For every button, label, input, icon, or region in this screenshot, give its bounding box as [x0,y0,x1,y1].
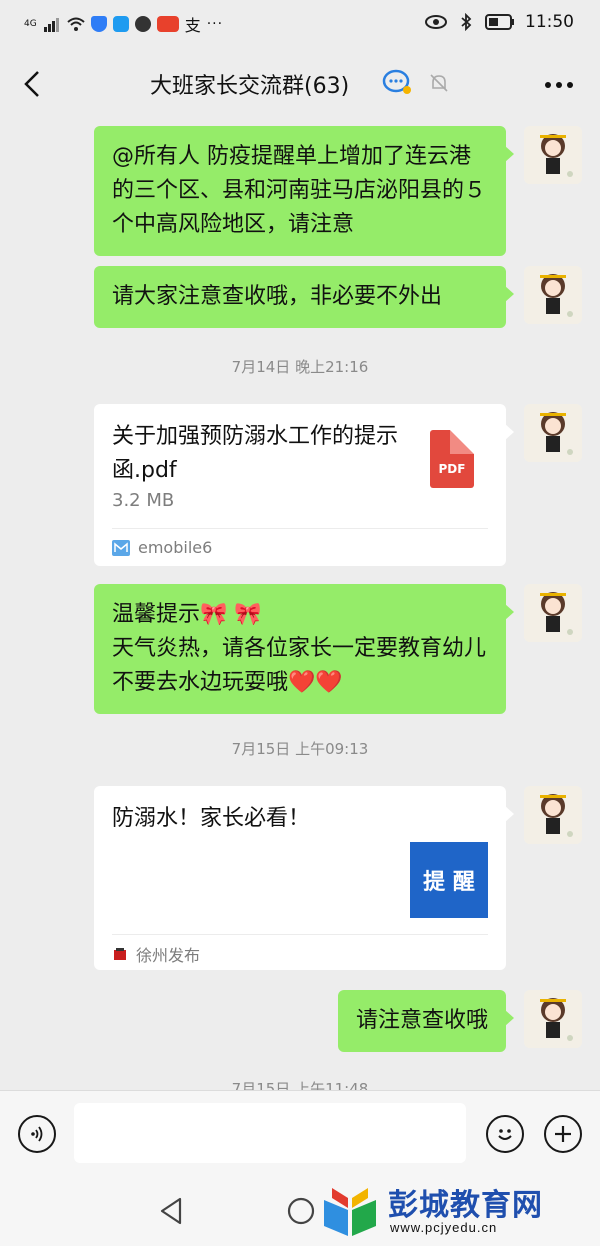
shield-app-icon [90,16,107,32]
file-message-card[interactable]: 关于加强预防溺水工作的提示函.pdf 3.2 MB PDF emobile6 [94,404,514,566]
message-bubble[interactable]: 请大家注意查收哦，非必要不外出 [94,266,514,328]
battery-icon [485,14,514,30]
eye-icon [425,15,447,29]
divider [112,528,488,529]
more-options-button[interactable] [544,74,574,93]
avatar[interactable] [524,990,582,1048]
store-app-icon [156,16,179,32]
message-text: 温馨提示🎀 🎀 [112,602,262,627]
search-app-icon [112,16,129,32]
divider [112,934,488,935]
bluetooth-icon [461,13,472,31]
chat-app-icon [134,16,151,32]
cartoon-girl-avatar-icon [524,786,582,844]
voice-input-button[interactable] [18,1115,56,1153]
back-button[interactable] [18,70,46,98]
clock: 11:50 [525,12,574,32]
message-bubble[interactable]: 请注意查收哦 [337,990,515,1052]
chevron-left-icon [24,71,39,97]
group-chat-icon [382,69,411,94]
emoji-button[interactable] [486,1115,524,1153]
nav-back-icon[interactable] [158,1196,184,1226]
plus-icon [555,1126,571,1142]
message-text: 天气炎热，请各位家长一定要教育幼儿不要去水边玩耍哦❤️❤️ [112,636,487,695]
voice-icon [31,1126,43,1142]
status-bar: 4G 支 ··· 11:50 [0,0,600,46]
mute-bell-icon [430,74,448,92]
emobile-app-icon [112,539,130,556]
avatar[interactable] [524,404,582,462]
nav-home-icon[interactable] [286,1196,316,1226]
watermark: 彭城教育网 www.pcjyedu.cn [318,1180,590,1240]
thumbnail-text: 提 醒 [423,870,475,895]
network-type-label: 4G [24,18,37,29]
message-bubble[interactable]: 温馨提示🎀 🎀 天气炎热，请各位家长一定要教育幼儿不要去水边玩耍哦❤️❤️ [94,584,514,714]
message-text: @所有人 防疫提醒单上增加了连云港的三个区、县和河南驻马店泌阳县的５个中高风险地… [112,144,487,237]
pdf-label: PDF [438,462,466,476]
watermark-url: www.pcjyedu.cn [390,1220,498,1235]
message-input[interactable] [74,1103,466,1163]
article-message-card[interactable]: 防溺水！家长必看！ 提 醒 徐州发布 [94,786,514,970]
avatar[interactable] [524,584,582,642]
watermark-name: 彭城教育网 [388,1188,543,1223]
chat-message-list[interactable]: @所有人 防疫提醒单上增加了连云港的三个区、县和河南驻马店泌阳县的５个中高风险地… [0,124,600,1090]
avatar[interactable] [524,786,582,844]
cartoon-girl-avatar-icon [524,990,582,1048]
pdf-icon: PDF [430,430,474,488]
books-logo-icon [324,1188,376,1236]
more-notifications-icon: ··· [206,16,224,32]
timestamp: 7月15日 上午11:48 [231,1080,369,1090]
cartoon-girl-avatar-icon [524,584,582,642]
more-functions-button[interactable] [544,1115,582,1153]
signal-icon [43,18,59,32]
input-bar [0,1090,600,1177]
emoji-icon [498,1129,512,1140]
article-thumbnail: 提 醒 [410,842,488,918]
chat-title: 大班家长交流群(63) [150,74,350,99]
avatar[interactable] [524,126,582,184]
message-bubble[interactable]: @所有人 防疫提醒单上增加了连云港的三个区、县和河南驻马店泌阳县的５个中高风险地… [94,126,514,256]
message-text: 请大家注意查收哦，非必要不外出 [112,284,443,309]
article-title: 防溺水！家长必看！ [112,806,311,831]
alipay-icon: 支 [184,16,201,35]
timestamp: 7月15日 上午09:13 [231,740,369,758]
avatar[interactable] [524,266,582,324]
wifi-icon [67,17,85,31]
file-source: emobile6 [138,538,213,557]
timestamp: 7月14日 晚上21:16 [231,358,369,376]
file-name: 关于加强预防溺水工作的提示函.pdf [112,424,399,483]
article-source: 徐州发布 [136,946,201,965]
chat-header: 大班家长交流群(63) [0,46,600,124]
cartoon-girl-avatar-icon [524,404,582,462]
message-text: 请注意查收哦 [355,1008,488,1033]
cartoon-girl-avatar-icon [524,126,582,184]
file-size: 3.2 MB [112,490,175,511]
more-icon [545,82,573,88]
cartoon-girl-avatar-icon [524,266,582,324]
xuzhou-release-logo-icon [114,948,126,960]
